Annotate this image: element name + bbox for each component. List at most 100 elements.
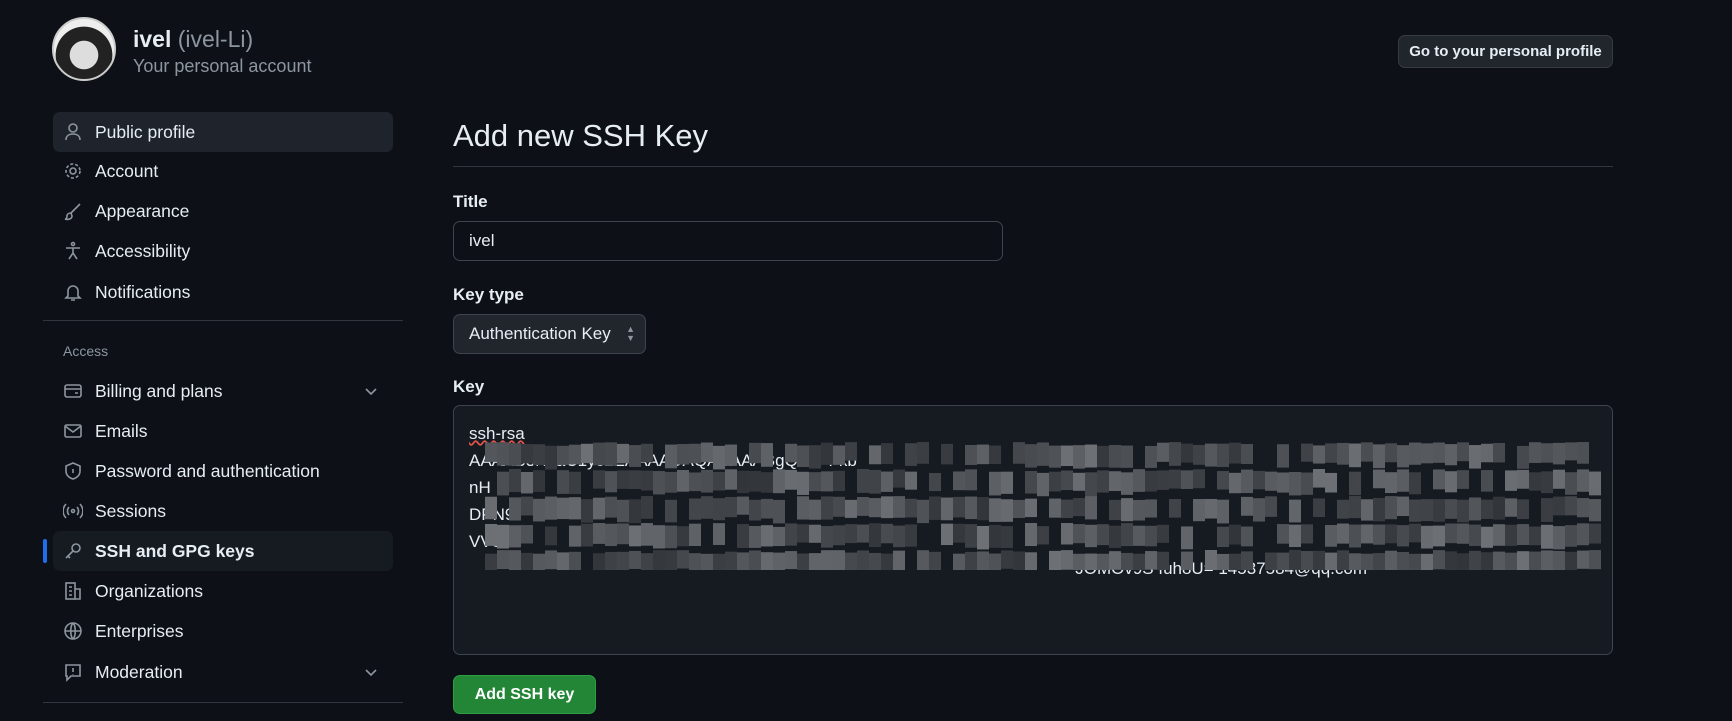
mosaic-cell: [809, 472, 821, 492]
mosaic-cell: [1037, 442, 1049, 466]
go-to-profile-button[interactable]: Go to your personal profile: [1398, 35, 1613, 68]
mosaic-cell: [1205, 498, 1217, 519]
mosaic-cell: [1181, 470, 1193, 489]
mosaic-cell: [593, 523, 605, 544]
mosaic-cell: [1385, 472, 1397, 494]
mosaic-cell: [1289, 524, 1301, 548]
mosaic-cell: [1025, 498, 1037, 518]
sidebar-item-notifications[interactable]: Notifications: [53, 272, 393, 312]
mosaic-cell: [1565, 496, 1577, 516]
sidebar-item-ssh-gpg-keys[interactable]: SSH and GPG keys: [43, 531, 393, 571]
mosaic-cell: [797, 524, 809, 543]
mosaic-cell: [1577, 469, 1589, 492]
mosaic-cell: [1409, 499, 1421, 522]
sidebar-item-moderation[interactable]: Moderation: [53, 652, 393, 692]
mosaic-cell: [1373, 524, 1385, 545]
mosaic-cell: [905, 524, 917, 547]
mosaic-cell: [617, 523, 629, 545]
mosaic-cell: [929, 551, 941, 570]
mosaic-cell: [1241, 469, 1253, 494]
sidebar-item-accessibility[interactable]: Accessibility: [53, 231, 393, 271]
sidebar-section-access: Access: [63, 343, 109, 359]
mosaic-cell: [581, 523, 593, 547]
mosaic-cell: [1121, 552, 1133, 570]
mosaic-cell: [869, 523, 881, 548]
mosaic-cell: [869, 469, 881, 494]
mosaic-cell: [1337, 442, 1349, 465]
mosaic-cell: [845, 442, 857, 461]
sidebar-item-label: Public profile: [95, 121, 196, 142]
chevron-down-icon[interactable]: [361, 381, 381, 401]
mosaic-cell: [1385, 550, 1397, 570]
key-icon: [65, 543, 81, 559]
mosaic-cell: [1445, 551, 1457, 570]
sidebar-item-emails[interactable]: Emails: [53, 411, 393, 451]
mosaic-cell: [701, 496, 713, 519]
mosaic-cell: [1361, 442, 1373, 462]
mosaic-cell: [965, 524, 977, 548]
sidebar-item-organizations[interactable]: Organizations: [53, 571, 393, 611]
mosaic-cell: [1241, 526, 1253, 547]
mosaic-cell: [1553, 469, 1565, 489]
mosaic-cell: [1145, 445, 1157, 468]
sidebar-item-label: Accessibility: [95, 240, 191, 261]
mosaic-cell: [1349, 443, 1361, 468]
sidebar-item-billing[interactable]: Billing and plans: [53, 371, 393, 411]
sidebar-item-enterprises[interactable]: Enterprises: [53, 611, 393, 651]
mosaic-cell: [617, 443, 629, 464]
credit-card-icon: [64, 384, 82, 398]
mosaic-cell: [1589, 550, 1601, 570]
mosaic-cell: [617, 499, 629, 523]
mosaic-cell: [1421, 525, 1433, 549]
mosaic-cell: [1421, 443, 1433, 464]
key-type-select[interactable]: Authentication Key ▲ ▼: [453, 314, 646, 354]
add-ssh-key-button[interactable]: Add SSH key: [453, 675, 596, 714]
mosaic-cell: [761, 472, 773, 493]
mosaic-cell: [665, 471, 677, 493]
mosaic-cell: [1169, 442, 1181, 466]
mosaic-cell: [1049, 471, 1061, 492]
chevron-down-icon[interactable]: [361, 662, 381, 682]
mosaic-cell: [1493, 524, 1505, 546]
avatar[interactable]: [52, 17, 116, 81]
sidebar-item-account[interactable]: Account: [53, 151, 393, 191]
mosaic-cell: [665, 444, 677, 469]
title-input-value: ivel: [469, 231, 495, 250]
mosaic-cell: [1145, 551, 1157, 570]
mosaic-cell: [881, 523, 893, 544]
sidebar-item-password[interactable]: Password and authentication: [53, 451, 393, 491]
mosaic-cell: [593, 442, 605, 466]
mosaic-cell: [497, 471, 509, 496]
mosaic-cell: [1025, 444, 1037, 468]
mosaic-cell: [1397, 496, 1409, 517]
mosaic-cell: [701, 553, 713, 570]
mosaic-cell: [497, 550, 509, 570]
mosaic-cell: [737, 552, 749, 570]
title-input[interactable]: ivel: [453, 221, 1003, 261]
mosaic-cell: [953, 523, 965, 543]
mosaic-cell: [1217, 443, 1229, 468]
sidebar-item-appearance[interactable]: Appearance: [53, 191, 393, 231]
mosaic-cell: [1157, 551, 1169, 570]
sidebar-item-sessions[interactable]: Sessions: [53, 491, 393, 531]
sidebar-item-label: Password and authentication: [95, 460, 320, 481]
mosaic-cell: [593, 553, 605, 570]
mosaic-cell: [1361, 499, 1373, 521]
mosaic-cell: [1469, 550, 1481, 570]
sidebar-item-public-profile[interactable]: Public profile: [53, 112, 393, 152]
mosaic-cell: [1061, 445, 1073, 467]
person-icon: [65, 123, 81, 141]
mosaic-cell: [1253, 470, 1265, 490]
mosaic-cell: [929, 472, 941, 492]
mosaic-cell: [1157, 470, 1169, 490]
mosaic-cell: [1313, 498, 1325, 518]
mosaic-cell: [1229, 553, 1241, 570]
mosaic-cell: [1193, 469, 1205, 489]
mosaic-cell: [1397, 445, 1409, 468]
mosaic-cell: [1097, 470, 1109, 493]
mosaic-cell: [1589, 523, 1601, 544]
mosaic-cell: [1001, 471, 1013, 494]
mosaic-cell: [821, 442, 833, 465]
mosaic-cell: [1565, 525, 1577, 547]
mosaic-cell: [785, 523, 797, 546]
